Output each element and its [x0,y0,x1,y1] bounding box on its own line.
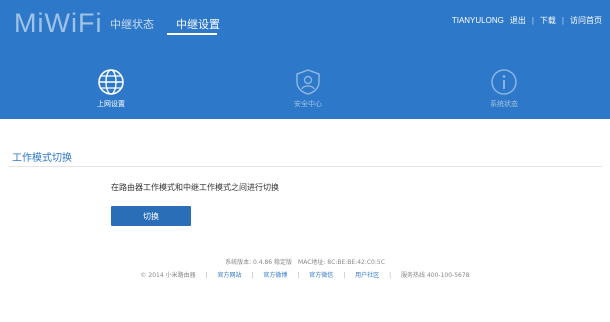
separator: | [205,272,208,279]
active-tab-underline [167,33,217,35]
user-shield-icon [296,69,320,95]
home-link[interactable]: 访问首页 [570,15,602,26]
user-community-link[interactable]: 用户社区 [355,272,379,279]
mode-switch-description: 在路由器工作模式和中继工作模式之间进行切换 [111,183,279,192]
user-menu: TIANYULONG 退出 | 下载 | 访问首页 [452,15,602,26]
download-link[interactable]: 下载 [540,15,556,26]
top-header: MiWiFi 中继状态 中继设置 TIANYULONG 退出 | 下载 | 访问… [0,0,610,119]
separator: | [389,272,392,279]
subnav-label: 上网设置 [97,100,125,108]
copyright: © 2014 小米路由器 [140,272,196,279]
official-wechat-link[interactable]: 官方微信 [309,272,333,279]
username: TIANYULONG [451,16,504,25]
system-version: 系统版本: 0.4.86 稳定版 [225,259,293,266]
info-icon [491,69,517,95]
subnav-system-status[interactable]: 系统状态 [469,68,539,109]
separator: | [297,272,300,279]
separator: | [561,16,564,25]
service-hotline: 服务热线 400-100-5678 [401,272,470,279]
subnav-label: 系统状态 [490,100,518,108]
section-title: 工作模式切换 [12,153,72,164]
official-site-link[interactable]: 官方网站 [217,272,241,279]
official-weibo-link[interactable]: 官方微博 [263,272,287,279]
switch-mode-button[interactable]: 切换 [111,206,191,226]
footer-system-info: 系统版本: 0.4.86 稳定版 MAC地址: 8C:BE:BE:42:C0:5C [0,257,610,266]
divider [8,166,602,167]
separator: | [251,272,254,279]
mac-address: MAC地址: 8C:BE:BE:42:C0:5C [298,259,385,266]
separator: | [531,16,534,25]
logout-link[interactable]: 退出 [510,15,526,26]
tab-relay-settings[interactable]: 中继设置 [176,16,220,32]
miwifi-logo: MiWiFi [14,8,103,38]
tab-relay-status[interactable]: 中继状态 [110,16,154,32]
subnav-label: 安全中心 [294,100,322,108]
subnav-security-center[interactable]: 安全中心 [273,68,343,109]
separator: | [343,272,346,279]
subnav-internet-settings[interactable]: 上网设置 [76,68,146,109]
globe-icon [98,69,124,95]
footer-links: © 2014 小米路由器 | 官方网站 | 官方微博 | 官方微信 | 用户社区… [0,270,610,279]
